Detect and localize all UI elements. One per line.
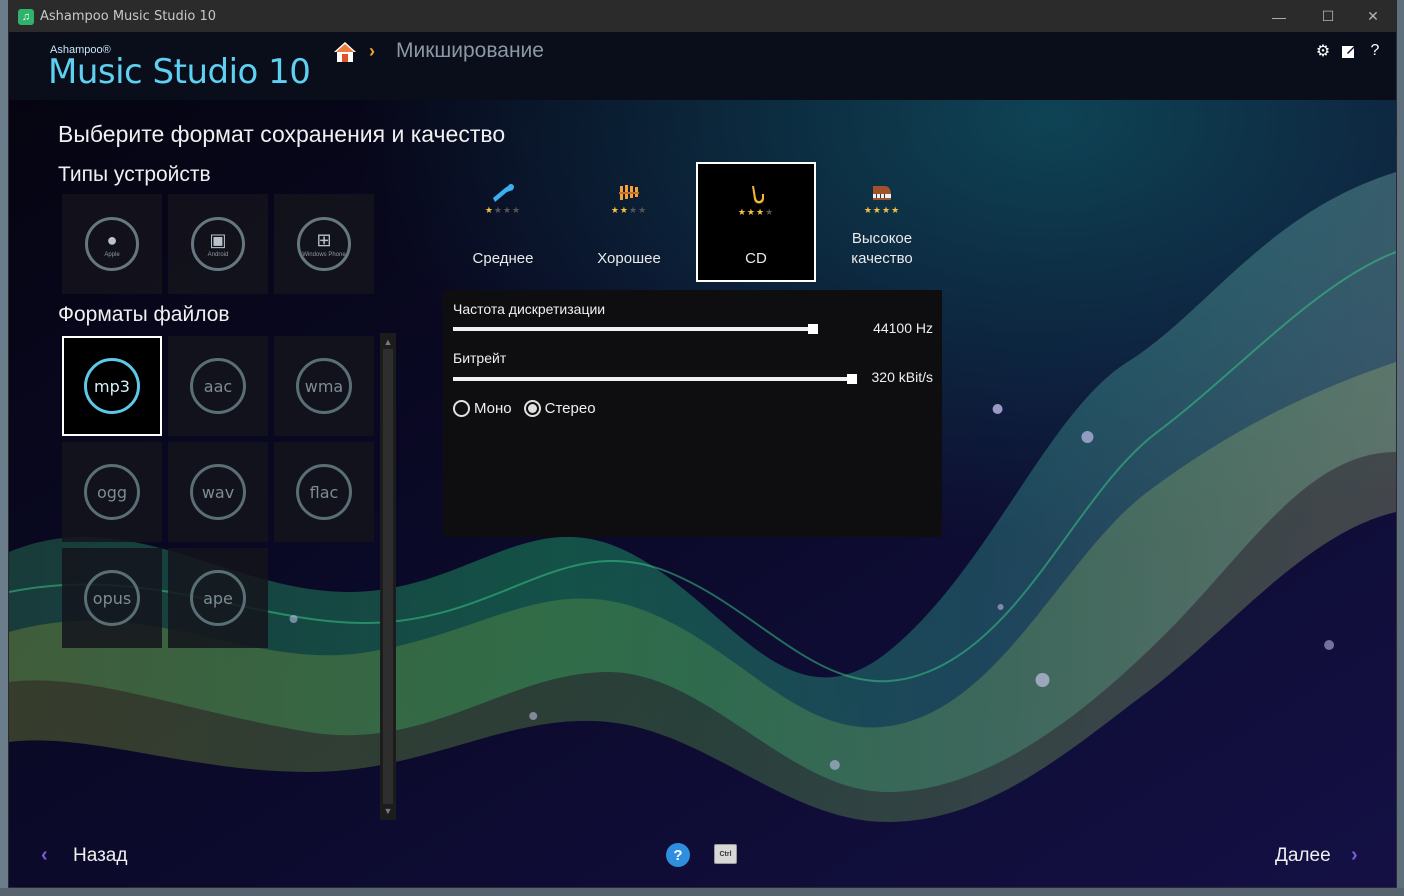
mono-label[interactable]: Моно — [474, 400, 512, 417]
device-types-title: Типы устройств — [58, 163, 211, 186]
apple-icon: ● Apple — [85, 217, 139, 271]
taskbar — [0, 888, 1404, 896]
next-chevron-icon[interactable]: › — [1351, 844, 1358, 867]
format-tile-aac[interactable]: aac — [168, 336, 268, 436]
format-tile-ogg[interactable]: ogg — [62, 442, 162, 542]
back-button[interactable]: Назад — [73, 845, 127, 867]
breadcrumb-current: Микширование — [396, 39, 544, 62]
android-icon: ▣ Android — [191, 217, 245, 271]
saxophone-icon — [744, 184, 768, 206]
bitrate-slider-thumb[interactable] — [847, 374, 857, 384]
bitrate-value: 320 kBit/s — [871, 369, 933, 385]
format-tile-opus[interactable]: opus — [62, 548, 162, 648]
brand-logo: Music Studio 10 — [48, 52, 311, 92]
title-bar: ♫ Ashampoo Music Studio 10 — ☐ ✕ — [9, 1, 1396, 32]
quality-option-good[interactable]: ★★★★ Хорошее — [569, 162, 689, 282]
format-label-wma: wma — [296, 358, 352, 414]
quality-settings-panel: Частота дискретизации 44100 Hz Битрейт 3… — [443, 290, 942, 537]
device-label-android: Android — [207, 251, 229, 258]
xylophone-icon — [617, 182, 641, 204]
sample-rate-label: Частота дискретизации — [453, 301, 606, 317]
format-tile-wma[interactable]: wma — [274, 336, 374, 436]
file-formats-title: Форматы файлов — [58, 303, 230, 326]
format-tile-ape[interactable]: ape — [168, 548, 268, 648]
bitrate-slider-track[interactable] — [453, 377, 857, 381]
format-label-ogg: ogg — [84, 464, 140, 520]
app-header: Ashampoo® Music Studio 10 › Микширование… — [9, 32, 1396, 100]
device-tile-android[interactable]: ▣ Android — [168, 194, 268, 294]
ctrl-key-button[interactable]: Ctrl — [714, 844, 737, 864]
scroll-thumb[interactable] — [383, 349, 393, 804]
scroll-up-arrow-icon[interactable]: ▲ — [380, 335, 396, 349]
desktop-background — [1397, 0, 1404, 896]
format-tile-flac[interactable]: flac — [274, 442, 374, 542]
format-tile-mp3[interactable]: mp3 — [62, 336, 162, 436]
stereo-label[interactable]: Стерео — [545, 400, 596, 417]
quality-stars-cd: ★★★★ — [737, 207, 775, 217]
quality-label-good: Хорошее — [597, 250, 661, 267]
format-label-opus: opus — [84, 570, 140, 626]
app-window: ♫ Ashampoo Music Studio 10 — ☐ ✕ Ashampo… — [8, 0, 1397, 888]
gear-icon[interactable]: ⚙ — [1314, 42, 1332, 60]
edit-icon[interactable] — [1340, 42, 1358, 60]
app-music-icon: ♫ — [18, 8, 34, 25]
quality-label-high: Высокое качество — [851, 230, 913, 267]
quality-stars-good: ★★★★ — [610, 205, 648, 215]
scroll-down-arrow-icon[interactable]: ▼ — [380, 804, 396, 818]
device-label-windows-phone: Windows Phone — [302, 251, 346, 258]
format-label-mp3: mp3 — [84, 358, 140, 414]
format-label-aac: aac — [190, 358, 246, 414]
quality-label-medium: Среднее — [472, 250, 534, 267]
next-button[interactable]: Далее — [1275, 845, 1331, 867]
formats-scrollbar[interactable]: ▲ ▼ — [380, 333, 396, 820]
help-button[interactable]: ? — [666, 843, 690, 867]
bitrate-label: Битрейт — [453, 350, 507, 366]
format-label-flac: flac — [296, 464, 352, 520]
brand-version: 10 — [268, 52, 311, 92]
format-label-wav: wav — [190, 464, 246, 520]
device-tile-windows-phone[interactable]: ⊞ Windows Phone — [274, 194, 374, 294]
windows-icon: ⊞ Windows Phone — [297, 217, 351, 271]
sample-rate-value: 44100 Hz — [873, 320, 933, 336]
device-label-apple: Apple — [104, 251, 120, 258]
format-tile-wav[interactable]: wav — [168, 442, 268, 542]
back-chevron-icon[interactable]: ‹ — [41, 844, 48, 867]
channel-mode-group: Моно Стерео — [453, 400, 596, 417]
page-title: Выберите формат сохранения и качество — [58, 121, 506, 147]
device-tile-apple[interactable]: ● Apple — [62, 194, 162, 294]
mono-radio[interactable] — [453, 400, 470, 417]
close-button[interactable]: ✕ — [1350, 1, 1396, 32]
minimize-button[interactable]: — — [1256, 1, 1302, 32]
help-icon[interactable]: ? — [1366, 42, 1384, 60]
breadcrumb-separator: › — [369, 41, 375, 61]
quality-option-high[interactable]: ★★★★ Высокое качество — [822, 162, 942, 282]
sample-rate-slider-thumb[interactable] — [808, 324, 818, 334]
brand-name: Music Studio — [48, 52, 258, 92]
maximize-button[interactable]: ☐ — [1305, 1, 1351, 32]
sample-rate-slider-track[interactable] — [453, 327, 818, 331]
quality-label-cd: CD — [745, 250, 767, 267]
format-label-ape: ape — [190, 570, 246, 626]
stereo-radio[interactable] — [523, 400, 541, 417]
trumpet-icon — [491, 182, 515, 204]
quality-stars-medium: ★★★★ — [484, 205, 522, 215]
home-icon[interactable] — [333, 41, 357, 63]
quality-option-cd[interactable]: ★★★★ CD — [696, 162, 816, 282]
window-title: Ashampoo Music Studio 10 — [40, 9, 217, 24]
quality-option-medium[interactable]: ★★★★ Среднее — [443, 162, 563, 282]
piano-icon — [870, 182, 894, 204]
quality-stars-high: ★★★★ — [863, 205, 901, 215]
